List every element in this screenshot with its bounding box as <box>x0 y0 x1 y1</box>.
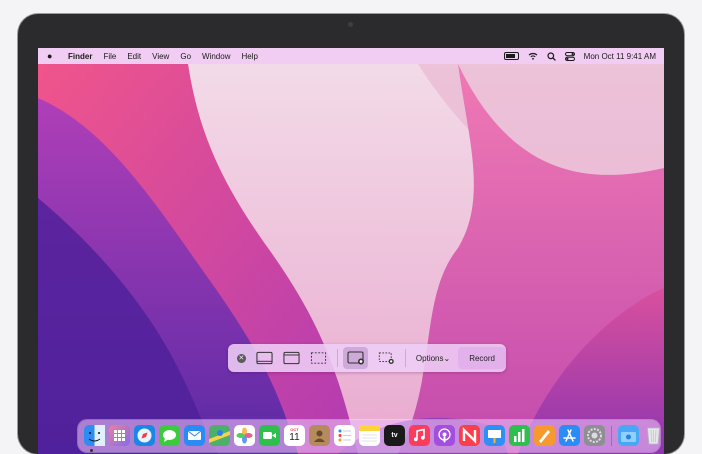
record-entire-screen-button[interactable] <box>343 347 368 369</box>
reminders-icon[interactable] <box>334 425 355 446</box>
wallpaper <box>38 48 664 454</box>
system-preferences-icon[interactable] <box>584 425 605 446</box>
record-button[interactable]: Record <box>458 347 506 369</box>
menu-bar-status: Mon Oct 11 9:41 AM <box>503 48 656 64</box>
menu-edit[interactable]: Edit <box>127 52 141 61</box>
options-button[interactable]: Options⌄ <box>416 354 450 363</box>
menu-file[interactable]: File <box>103 52 116 61</box>
calendar-icon[interactable]: OCT 11 <box>284 425 305 446</box>
apple-tv-icon[interactable]: tv <box>384 425 405 446</box>
record-entire-screen-icon <box>347 351 364 365</box>
pages-icon[interactable] <box>534 425 555 446</box>
close-icon[interactable]: ✕ <box>237 353 246 363</box>
calendar-day: 11 <box>289 432 300 443</box>
options-label: Options <box>415 353 444 363</box>
music-icon[interactable] <box>409 425 430 446</box>
laptop-bezel: ● Finder File Edit View Go Window Help M… <box>18 14 684 454</box>
notes-icon[interactable] <box>359 425 380 446</box>
finder-running-indicator <box>90 449 93 452</box>
maps-icon[interactable] <box>209 425 230 446</box>
menu-window[interactable]: Window <box>202 52 230 61</box>
contacts-icon[interactable] <box>309 425 330 446</box>
capture-entire-screen-icon[interactable] <box>255 351 273 365</box>
podcasts-icon[interactable] <box>434 425 455 446</box>
screen: ● Finder File Edit View Go Window Help M… <box>38 48 664 454</box>
camera <box>348 22 353 27</box>
menu-view[interactable]: View <box>152 52 169 61</box>
news-icon[interactable] <box>459 425 480 446</box>
photos-icon[interactable] <box>234 425 255 446</box>
downloads-folder-icon[interactable] <box>618 425 639 446</box>
tv-label: tv <box>391 432 398 439</box>
menu-finder[interactable]: Finder <box>68 52 92 61</box>
record-selection-icon[interactable] <box>378 351 395 365</box>
search-icon[interactable] <box>547 51 556 61</box>
clock[interactable]: Mon Oct 11 9:41 AM <box>584 52 656 61</box>
dock: OCT 11 tv <box>78 420 660 452</box>
toolbar-divider <box>336 349 338 367</box>
wifi-icon[interactable] <box>528 52 538 60</box>
mail-icon[interactable] <box>184 425 205 446</box>
battery-icon[interactable] <box>503 52 519 60</box>
app-store-icon[interactable] <box>559 425 580 446</box>
menu-go[interactable]: Go <box>180 52 191 61</box>
menu-help[interactable]: Help <box>241 52 257 61</box>
trash-icon[interactable] <box>643 425 664 446</box>
finder-icon[interactable] <box>84 425 105 446</box>
menu-bar: ● Finder File Edit View Go Window Help M… <box>38 48 664 64</box>
screenshot-toolbar: ✕ Options⌄ Record <box>228 344 506 372</box>
dock-divider <box>611 426 612 446</box>
control-center-icon[interactable] <box>564 51 575 61</box>
toolbar-divider <box>404 349 406 367</box>
capture-selection-icon[interactable] <box>310 351 327 365</box>
launchpad-icon[interactable] <box>109 425 130 446</box>
safari-icon[interactable] <box>134 425 155 446</box>
messages-icon[interactable] <box>159 425 180 446</box>
capture-window-icon[interactable] <box>282 351 300 365</box>
keynote-icon[interactable] <box>484 425 505 446</box>
facetime-icon[interactable] <box>259 425 280 446</box>
numbers-icon[interactable] <box>509 425 530 446</box>
chevron-down-icon: ⌄ <box>443 353 451 363</box>
apple-logo-icon[interactable]: ● <box>47 51 57 61</box>
